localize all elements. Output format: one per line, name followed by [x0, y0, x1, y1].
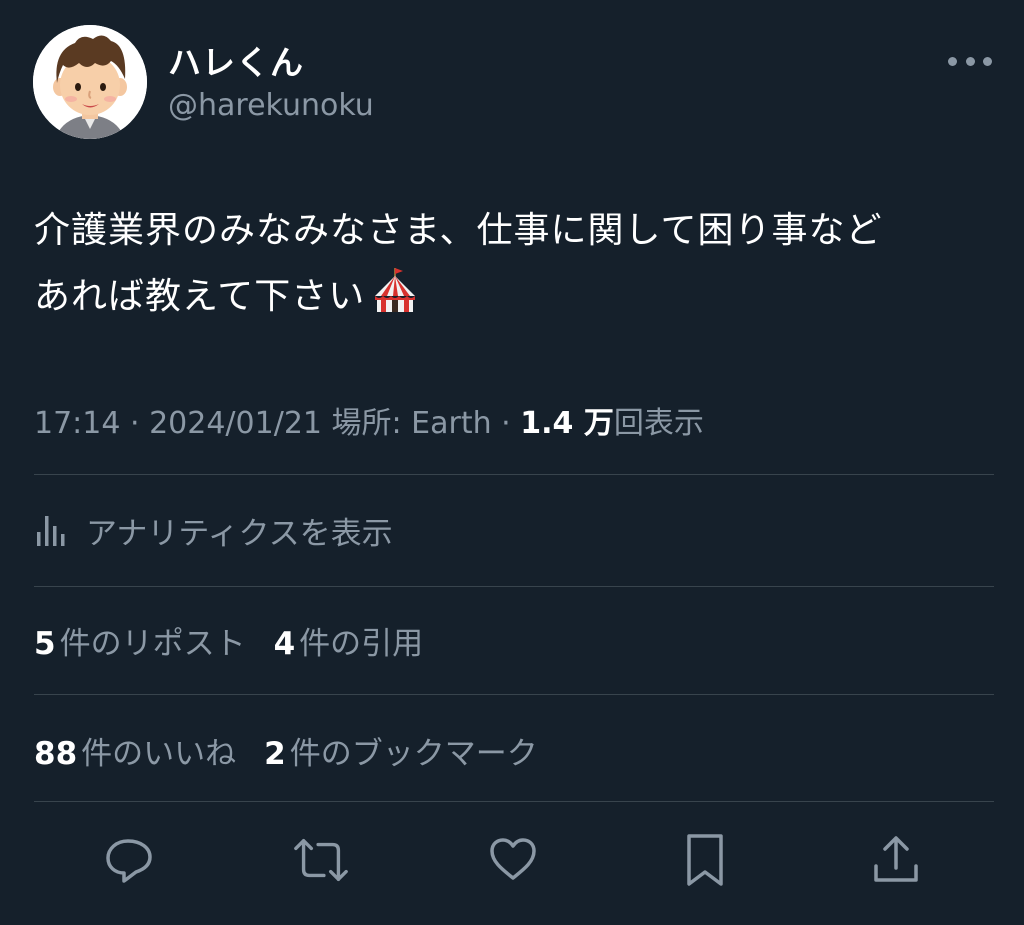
tweet-time[interactable]: 17:14	[34, 406, 120, 441]
tweet-location[interactable]: 場所: Earth	[322, 406, 492, 441]
quotes-stat[interactable]: 4 件の引用	[274, 618, 424, 663]
likes-count: 88	[34, 736, 78, 772]
repost-button[interactable]	[291, 830, 351, 890]
reposts-stat[interactable]: 5 件のリポスト	[34, 618, 246, 663]
meta-separator: ·	[491, 406, 521, 441]
bookmark-button[interactable]	[675, 830, 735, 890]
quotes-count: 4	[273, 626, 296, 662]
tweet-date[interactable]: 2024/01/21	[149, 406, 322, 441]
avatar[interactable]	[33, 25, 147, 139]
bookmarks-stat[interactable]: 2 件のブックマーク	[264, 728, 538, 773]
tweet-text-line: あれば教えて下さい	[34, 264, 994, 336]
likes-label: 件のいいね	[81, 736, 237, 772]
tweet-meta: 17:14 · 2024/01/21 場所: Earth · 1.4 万回表示	[34, 398, 704, 442]
divider	[34, 586, 994, 587]
bar-chart-icon	[37, 516, 65, 546]
circus-tent-icon	[371, 264, 419, 336]
bookmarks-label: 件のブックマーク	[289, 736, 538, 772]
tweet-text-fragment: あれば教えて下さい	[34, 276, 366, 317]
divider	[34, 474, 994, 475]
like-icon	[490, 838, 536, 880]
likes-stat[interactable]: 88 件のいいね	[34, 728, 236, 773]
reposts-count: 5	[34, 626, 56, 662]
bookmark-icon	[687, 834, 723, 886]
share-button[interactable]	[866, 830, 926, 890]
tweet-text-line: 介護業界のみなみなさま、仕事に関して困り事など	[34, 210, 883, 251]
display-name[interactable]: ハレくん	[168, 36, 304, 84]
repost-quote-stats: 5 件のリポスト 4 件の引用	[34, 618, 451, 663]
reply-icon	[106, 839, 152, 883]
tweet-detail-page: ハレくん @harekunoku 介護業界のみなみなさま、仕事に関して困り事など…	[0, 0, 1024, 925]
view-analytics-label: アナリティクスを表示	[86, 515, 393, 552]
reply-button[interactable]	[99, 830, 159, 890]
action-bar	[0, 825, 1024, 895]
like-button[interactable]	[483, 830, 543, 890]
divider	[34, 801, 994, 802]
view-analytics-button[interactable]: アナリティクスを表示	[34, 500, 393, 560]
more-options-button[interactable]	[948, 48, 992, 74]
quotes-label: 件の引用	[299, 626, 424, 662]
more-dot	[965, 56, 975, 66]
views-count: 1.4 万	[520, 406, 614, 441]
tweet-text: 介護業界のみなみなさま、仕事に関して困り事など あれば教えて下さい	[34, 198, 994, 336]
more-dot	[983, 56, 992, 66]
more-dot	[948, 56, 957, 66]
user-handle[interactable]: @harekunoku	[168, 88, 374, 123]
divider	[34, 694, 994, 695]
views-label: 回表示	[613, 406, 704, 441]
like-bookmark-stats: 88 件のいいね 2 件のブックマーク	[34, 728, 566, 773]
share-icon	[874, 836, 918, 882]
retweet-icon	[294, 838, 348, 882]
bookmarks-count: 2	[264, 736, 286, 772]
reposts-label: 件のリポスト	[59, 626, 246, 662]
meta-separator: ·	[120, 406, 150, 441]
avatar-illustration-icon	[33, 25, 147, 139]
